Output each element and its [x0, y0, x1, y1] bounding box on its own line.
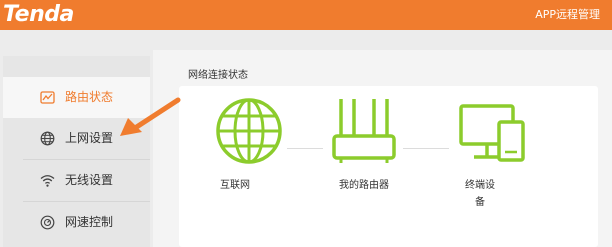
wifi-icon	[40, 173, 55, 188]
chart-icon	[40, 90, 55, 105]
terminal-devices-label: 终端设 备	[465, 180, 495, 208]
sidebar-item-label: 上网设置	[65, 131, 114, 145]
connection-line	[403, 148, 449, 149]
connection-line	[287, 148, 323, 149]
globe-icon	[40, 131, 55, 146]
my-router-label: 我的路由器	[339, 180, 389, 191]
router-icon	[331, 96, 397, 170]
sidebar-item-label: 无线设置	[65, 173, 114, 187]
section-title: 网络连接状态	[188, 70, 248, 81]
app-remote-management-link[interactable]: APP远程管理	[535, 0, 600, 30]
sidebar-item-label: 路由状态	[65, 90, 114, 104]
speedometer-icon	[40, 215, 55, 230]
annotation-arrow	[118, 96, 184, 138]
terminal-devices-icon	[458, 103, 526, 167]
sidebar: 路由状态 上网设置 无线设置 网速控制	[3, 56, 150, 247]
internet-label: 互联网	[220, 180, 250, 191]
internet-globe-icon	[215, 97, 283, 169]
top-bar: Tenda APP远程管理	[0, 0, 612, 30]
sidebar-item-label: 网速控制	[65, 215, 114, 229]
sidebar-item-speed-control[interactable]: 网速控制	[3, 202, 150, 243]
sidebar-item-wireless-settings[interactable]: 无线设置	[3, 160, 150, 201]
tenda-logo[interactable]: Tenda	[3, 0, 74, 30]
